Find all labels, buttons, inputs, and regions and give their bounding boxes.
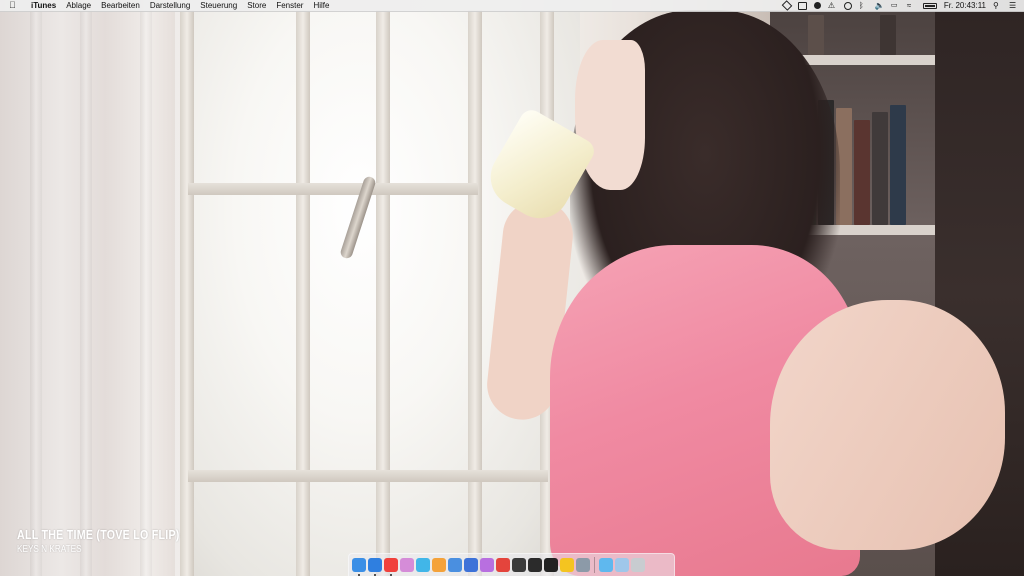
- app-red-icon[interactable]: [496, 558, 510, 572]
- volume-icon[interactable]: 🔈: [875, 1, 885, 10]
- app-teal-icon[interactable]: [416, 558, 430, 572]
- downloads-icon[interactable]: [615, 558, 629, 572]
- app-monitor-icon[interactable]: [528, 558, 542, 572]
- wifi-icon[interactable]: ≈: [907, 1, 916, 10]
- folder-icon[interactable]: [599, 558, 613, 572]
- window-frame: [468, 10, 482, 576]
- now-playing-widget: ALL THE TIME (TOVE LO FLIP) KEYS N KRATE…: [17, 527, 215, 555]
- menu-fenster[interactable]: Fenster: [276, 0, 303, 11]
- app-gray-icon[interactable]: [576, 558, 590, 572]
- notification-center-icon[interactable]: ☰: [1009, 1, 1018, 10]
- flux-icon[interactable]: [813, 2, 821, 9]
- battery-icon[interactable]: [922, 2, 937, 9]
- dropbox-icon[interactable]: [781, 0, 793, 11]
- itunes-icon[interactable]: [384, 558, 398, 576]
- menu-hilfe[interactable]: Hilfe: [313, 0, 329, 11]
- trash-icon[interactable]: [631, 558, 645, 572]
- window-frame: [188, 470, 548, 482]
- finder-icon[interactable]: [352, 558, 366, 576]
- menu-darstellung[interactable]: Darstellung: [150, 0, 190, 11]
- window-frame: [296, 10, 310, 576]
- app-yinyang-icon[interactable]: [544, 558, 558, 572]
- app-blue2-icon[interactable]: [464, 558, 478, 572]
- clock[interactable]: Fr. 20:43:11: [944, 1, 986, 10]
- status-area: ⚠ ᛒ 🔈 ▭ ≈ Fr. 20:43:11 ⚲ ☰: [781, 0, 1018, 11]
- spotlight-icon[interactable]: ⚲: [993, 1, 1002, 10]
- curtain: [0, 0, 175, 576]
- song-artist: KEYS N KRATES: [17, 544, 82, 555]
- dock: [348, 553, 675, 576]
- menu-store[interactable]: Store: [247, 0, 266, 11]
- app-duck-icon[interactable]: [560, 558, 574, 572]
- menu-ablage[interactable]: Ablage: [66, 0, 91, 11]
- menu-app-name[interactable]: iTunes: [31, 0, 56, 11]
- figure-arm: [770, 300, 1005, 550]
- safari-icon[interactable]: [368, 558, 382, 576]
- app-blue-icon[interactable]: [448, 558, 462, 572]
- menu-bearbeiten[interactable]: Bearbeiten: [101, 0, 140, 11]
- app-orange-icon[interactable]: [432, 558, 446, 572]
- apple-icon[interactable]: : [9, 0, 19, 11]
- notification-icon[interactable]: ⚠: [828, 1, 837, 10]
- window-frame: [376, 10, 390, 576]
- app-dark-icon[interactable]: [512, 558, 526, 572]
- song-title: ALL THE TIME (TOVE LO FLIP): [17, 527, 180, 542]
- menu-bar:  iTunes Ablage Bearbeiten Darstellung S…: [0, 0, 1024, 12]
- display-icon[interactable]: [797, 1, 807, 10]
- desktop-wallpaper: [0, 0, 1024, 576]
- menu-steuerung[interactable]: Steuerung: [200, 0, 237, 11]
- window-frame: [180, 10, 194, 576]
- app-purple-icon[interactable]: [480, 558, 494, 572]
- window-frame: [188, 183, 478, 195]
- time-machine-icon[interactable]: [843, 1, 852, 10]
- dock-separator: [594, 557, 595, 573]
- airplay-icon[interactable]: ▭: [891, 2, 900, 10]
- ai-app-icon[interactable]: [400, 558, 414, 572]
- bluetooth-icon[interactable]: ᛒ: [859, 1, 868, 10]
